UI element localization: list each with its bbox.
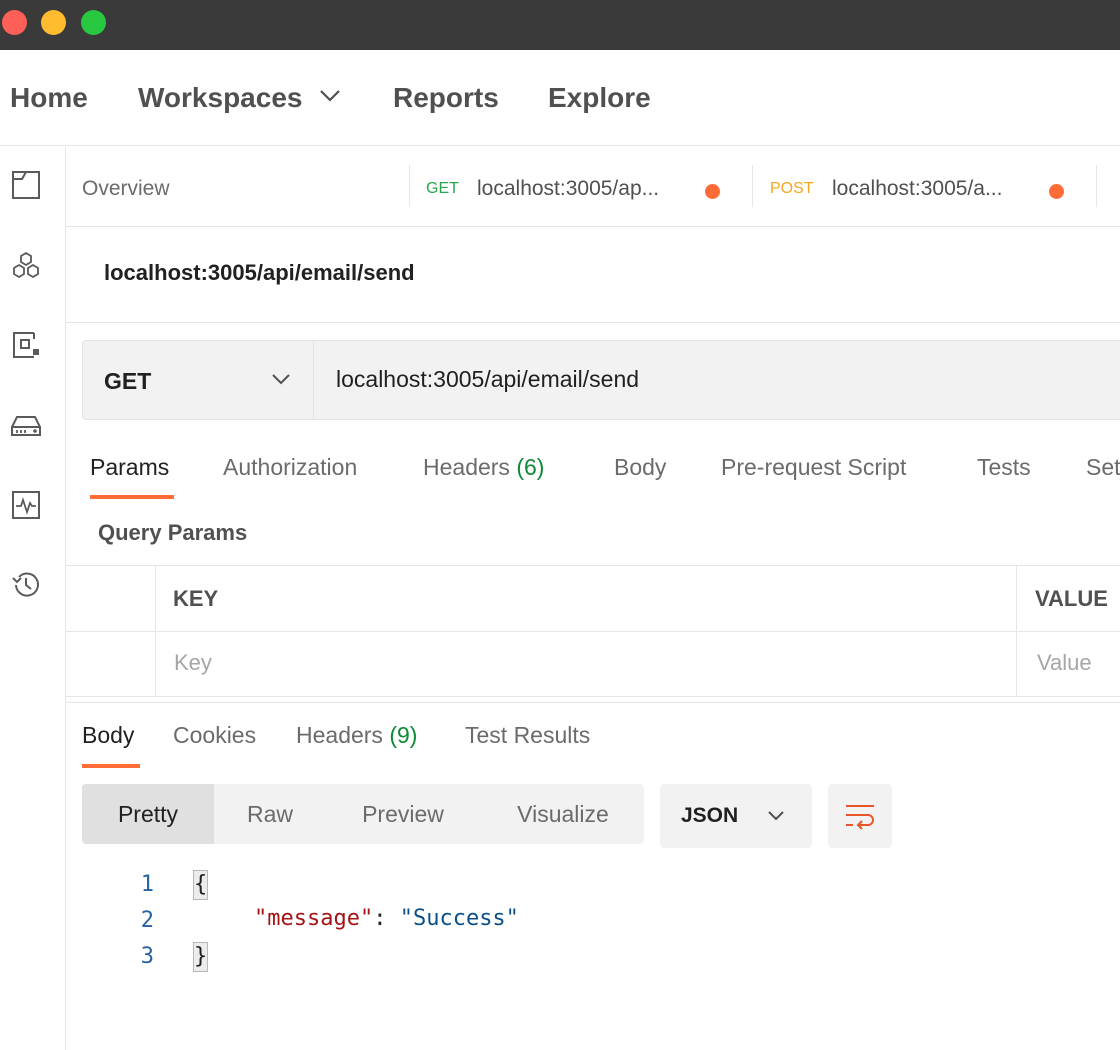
top-navigation: Home Workspaces Reports Explore: [0, 50, 1120, 146]
window-title-bar: [0, 0, 1120, 50]
view-raw-button[interactable]: Raw: [214, 784, 326, 844]
response-view-toggle: Pretty Raw Preview Visualize: [82, 784, 644, 844]
tab-url: localhost:3005/ap...: [477, 177, 660, 200]
workspaces-chevron-down-icon[interactable]: [318, 88, 342, 104]
line-number: 1: [140, 872, 154, 897]
tab-authorization[interactable]: Authorization: [223, 454, 357, 481]
environments-icon[interactable]: [10, 329, 42, 361]
close-window-button[interactable]: [2, 10, 27, 35]
minimize-window-button[interactable]: [41, 10, 66, 35]
response-headers-count: (9): [389, 722, 418, 748]
maximize-window-button[interactable]: [81, 10, 106, 35]
column-header-key: KEY: [173, 586, 219, 611]
tab-url: localhost:3005/a...: [832, 177, 1003, 200]
nav-reports[interactable]: Reports: [393, 82, 499, 114]
response-tab-headers-label: Headers: [296, 722, 383, 748]
method-select[interactable]: GET: [83, 341, 314, 419]
collections-icon[interactable]: [10, 169, 42, 201]
tab-divider: [409, 165, 410, 207]
query-params-table: KEY VALUE Key Value: [66, 565, 1120, 697]
mock-servers-icon[interactable]: [10, 409, 42, 441]
chevron-down-icon: [272, 374, 290, 385]
close-brace: }: [193, 942, 208, 972]
tab-pre-request-script[interactable]: Pre-request Script: [721, 454, 906, 481]
unsaved-changes-dot: [705, 184, 720, 199]
tab-method: POST: [770, 180, 814, 197]
monitors-icon[interactable]: [10, 489, 42, 521]
url-input[interactable]: localhost:3005/api/email/send: [336, 366, 639, 393]
unsaved-changes-dot: [1049, 184, 1064, 199]
method-label: GET: [104, 368, 152, 394]
view-pretty-button[interactable]: Pretty: [82, 784, 214, 844]
tab-divider: [1096, 165, 1097, 207]
headers-count: (6): [516, 454, 545, 480]
tab-get-request[interactable]: GET localhost:3005/ap...: [426, 177, 726, 207]
tab-params[interactable]: Params: [90, 454, 169, 481]
tab-divider: [752, 165, 753, 207]
response-tab-cookies[interactable]: Cookies: [173, 722, 256, 749]
tab-headers-label: Headers: [423, 454, 510, 480]
view-preview-button[interactable]: Preview: [332, 784, 474, 844]
tab-settings[interactable]: Set: [1086, 454, 1120, 481]
nav-home[interactable]: Home: [10, 82, 88, 114]
json-colon: :: [373, 906, 400, 931]
line-number: 2: [140, 908, 154, 933]
response-tab-body[interactable]: Body: [82, 722, 134, 749]
json-line: "message": "Success": [254, 906, 519, 931]
apis-icon[interactable]: [10, 249, 42, 281]
left-sidebar: [0, 147, 66, 1050]
url-bar: GET localhost:3005/api/email/send: [82, 340, 1120, 420]
request-tab-bar: Overview GET localhost:3005/ap... POST l…: [66, 147, 1120, 227]
request-name[interactable]: localhost:3005/api/email/send: [104, 260, 415, 286]
wrap-lines-icon: [846, 805, 874, 830]
line-number: 3: [140, 944, 154, 969]
tab-tests[interactable]: Tests: [977, 454, 1031, 481]
open-brace: {: [193, 870, 208, 900]
key-input[interactable]: Key: [174, 650, 212, 676]
tab-method: GET: [426, 180, 459, 197]
table-row-divider: [66, 631, 1120, 632]
value-input[interactable]: Value: [1037, 650, 1092, 676]
response-tab-test-results[interactable]: Test Results: [465, 722, 590, 749]
chevron-down-icon: [768, 811, 784, 821]
format-select[interactable]: JSON: [660, 784, 812, 848]
tab-post-request[interactable]: POST localhost:3005/a...: [770, 177, 1070, 207]
response-tab-headers[interactable]: Headers (9): [296, 722, 417, 749]
json-value: "Success": [399, 906, 519, 931]
column-header-value: VALUE: [1035, 586, 1108, 611]
nav-explore[interactable]: Explore: [548, 82, 651, 114]
history-icon[interactable]: [10, 569, 42, 601]
format-label: JSON: [681, 804, 739, 827]
tab-headers[interactable]: Headers (6): [423, 454, 544, 481]
tab-overview[interactable]: Overview: [82, 177, 170, 201]
query-params-label: Query Params: [98, 520, 248, 545]
tab-body[interactable]: Body: [614, 454, 666, 481]
view-visualize-button[interactable]: Visualize: [484, 784, 642, 844]
active-response-tab-indicator: [82, 764, 140, 768]
wrap-lines-button[interactable]: [828, 784, 892, 848]
active-tab-indicator: [90, 495, 174, 499]
divider: [66, 322, 1120, 323]
nav-workspaces[interactable]: Workspaces: [138, 82, 302, 114]
response-divider: [66, 702, 1120, 703]
json-key: "message": [254, 906, 374, 931]
